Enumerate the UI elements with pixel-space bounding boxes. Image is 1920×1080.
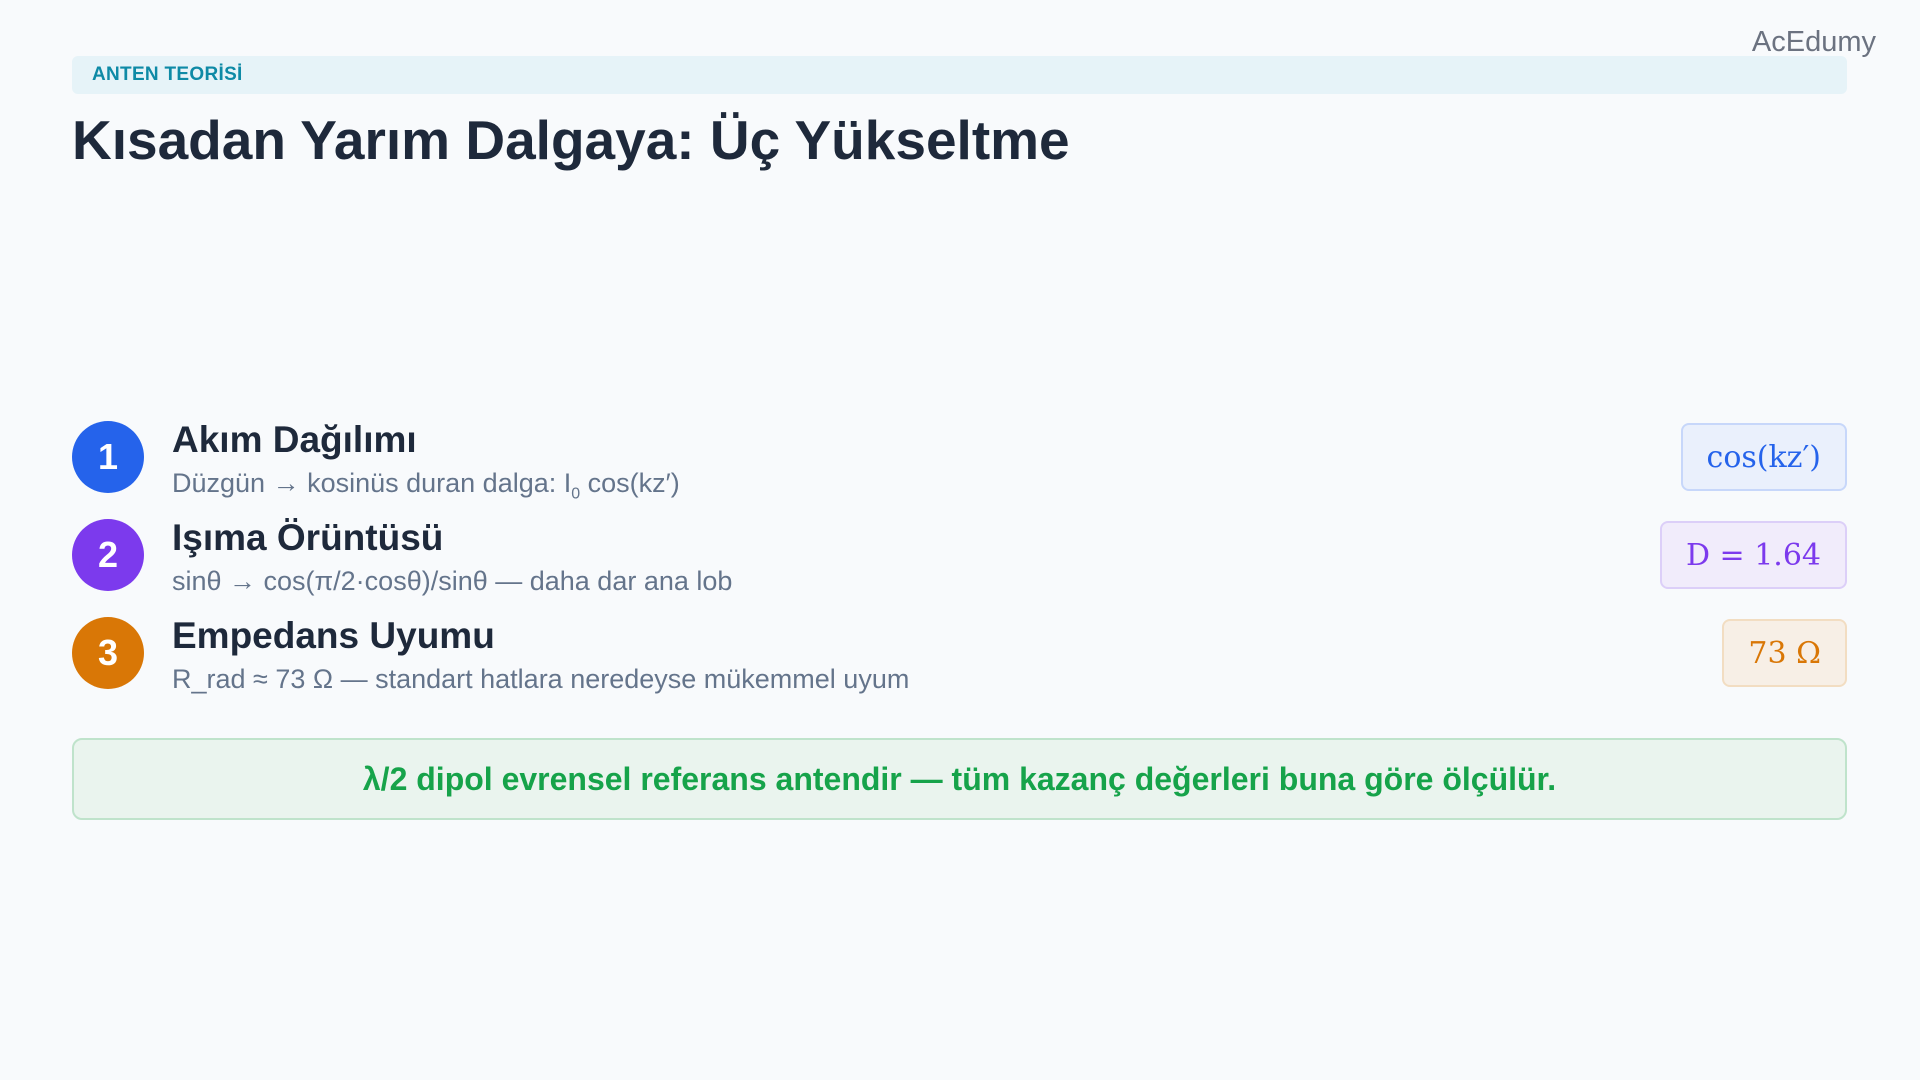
- conclusion-callout: λ/2 dipol evrensel referans antendir — t…: [72, 738, 1847, 820]
- step-description: sinθ → cos(π/2·cosθ)/sinθ — daha dar ana…: [172, 566, 733, 596]
- step-description: R_rad ≈ 73 Ω — standart hatlara neredeys…: [172, 664, 910, 694]
- section-tag-label: ANTEN TEORİSİ: [92, 64, 243, 85]
- formula-badge: 73 Ω: [1722, 619, 1847, 687]
- step-title: Empedans Uyumu: [172, 615, 495, 656]
- steps-list: 1 Akım Dağılımı Düzgün → kosinüs duran d…: [72, 418, 1847, 712]
- step-current-distribution: 1 Akım Dağılımı Düzgün → kosinüs duran d…: [72, 418, 1847, 516]
- step-title: Işıma Örüntüsü: [172, 517, 444, 558]
- step-description-text: Düzgün → kosinüs duran dalga: I: [172, 468, 572, 498]
- step-description: Düzgün → kosinüs duran dalga: I0 cos(kz′…: [172, 464, 680, 513]
- step-text: Akım Dağılımı Düzgün → kosinüs duran dal…: [172, 418, 680, 513]
- step-number-badge: 3: [72, 617, 144, 689]
- step-text: Işıma Örüntüsü sinθ → cos(π/2·cosθ)/sinθ…: [172, 516, 732, 600]
- step-radiation-pattern: 2 Işıma Örüntüsü sinθ → cos(π/2·cosθ)/si…: [72, 516, 1847, 614]
- brand-logo-text: AcEdumy: [1751, 26, 1876, 58]
- step-description-text-end: cos(kz′): [580, 468, 680, 498]
- step-title: Akım Dağılımı: [172, 419, 417, 460]
- step-text: Empedans Uyumu R_rad ≈ 73 Ω — standart h…: [172, 614, 909, 698]
- section-tag: ANTEN TEORİSİ: [72, 56, 1847, 94]
- subscript: 0: [571, 485, 581, 503]
- step-impedance-match: 3 Empedans Uyumu R_rad ≈ 73 Ω — standart…: [72, 614, 1847, 712]
- step-number-badge: 2: [72, 519, 144, 591]
- formula-badge: cos(kz′): [1680, 423, 1847, 491]
- step-number-badge: 1: [72, 421, 144, 493]
- formula-badge: D = 1.64: [1659, 521, 1847, 589]
- slide-title: Kısadan Yarım Dalgaya: Üç Yükseltme: [72, 109, 1070, 171]
